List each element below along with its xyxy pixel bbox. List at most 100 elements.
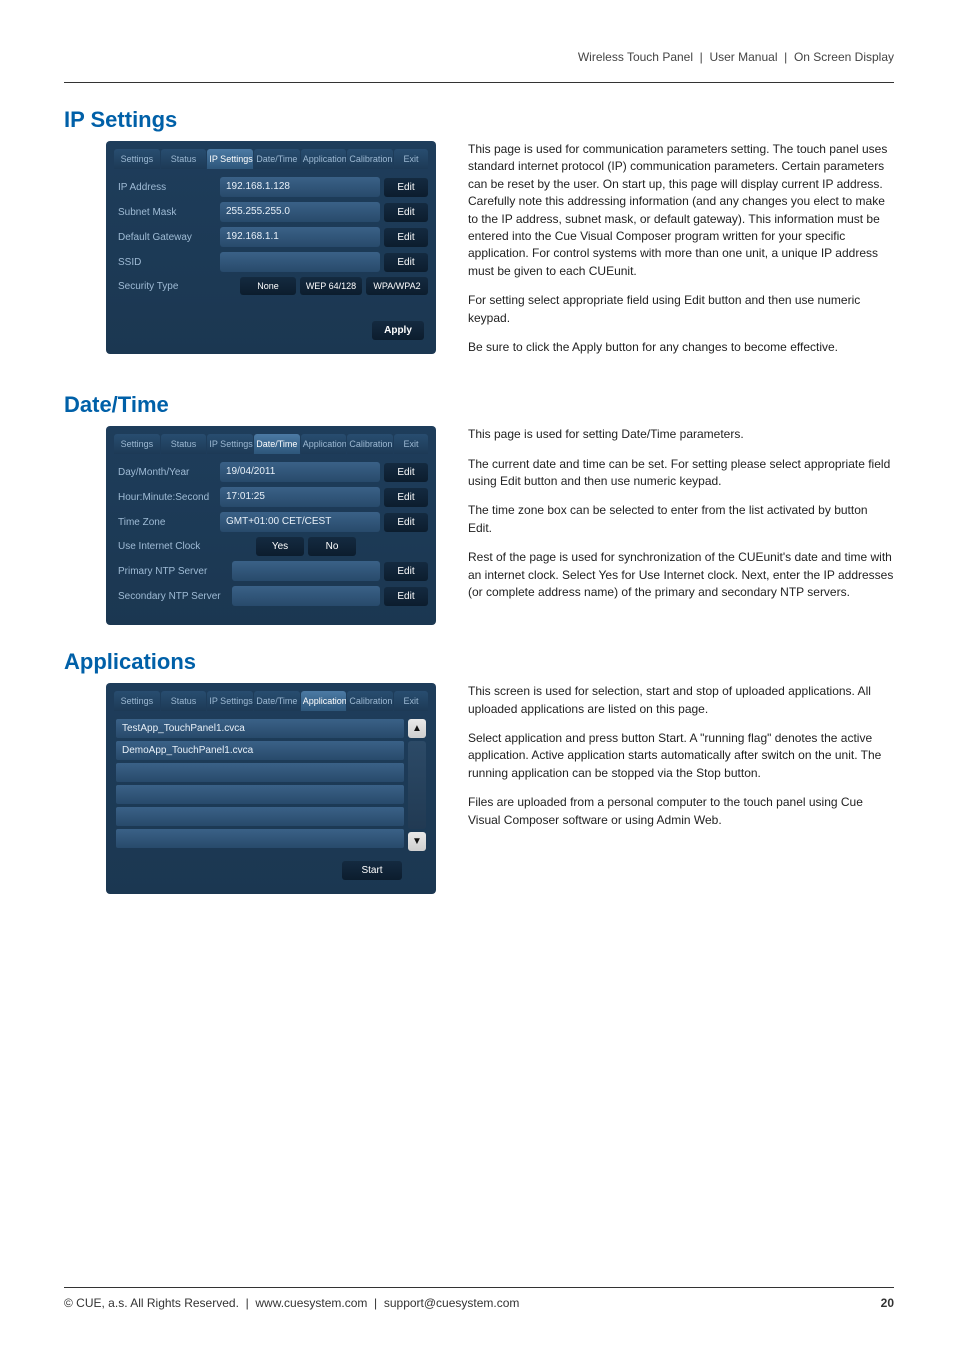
tab-exit[interactable]: Exit xyxy=(394,149,428,169)
app-text-p3: Files are uploaded from a personal compu… xyxy=(468,794,894,829)
scrollbar: ▲ ▼ xyxy=(408,719,426,851)
tab-status[interactable]: Status xyxy=(161,149,207,169)
apply-button[interactable]: Apply xyxy=(372,321,424,340)
scroll-up-button[interactable]: ▲ xyxy=(408,719,426,738)
uic-no-button[interactable]: No xyxy=(308,537,356,556)
scroll-down-button[interactable]: ▼ xyxy=(408,832,426,851)
page-header: Wireless Touch Panel | User Manual | On … xyxy=(64,50,894,64)
pntp-label: Primary NTP Server xyxy=(114,566,228,577)
default-gateway-edit-button[interactable]: Edit xyxy=(384,228,428,247)
uic-label: Use Internet Clock xyxy=(114,541,228,552)
app-text-p2: Select application and press button Star… xyxy=(468,730,894,782)
tab-datetime[interactable]: Date/Time xyxy=(254,149,300,169)
tab-datetime[interactable]: Date/Time xyxy=(254,434,300,454)
subnet-mask-edit-button[interactable]: Edit xyxy=(384,203,428,222)
security-type-label: Security Type xyxy=(114,281,216,292)
tz-edit-button[interactable]: Edit xyxy=(384,513,428,532)
tab-calibration[interactable]: Calibration xyxy=(347,434,393,454)
ssid-label: SSID xyxy=(114,257,216,268)
security-none-button[interactable]: None xyxy=(240,277,296,295)
dt-text-p4: Rest of the page is used for synchroniza… xyxy=(468,549,894,601)
security-wpa-button[interactable]: WPA/WPA2 xyxy=(366,277,428,295)
tab-ip-settings[interactable]: IP Settings xyxy=(207,691,253,711)
subnet-mask-value: 255.255.255.0 xyxy=(220,202,380,222)
footer-copyright: © CUE, a.s. All Rights Reserved. xyxy=(64,1296,239,1310)
dt-text-p1: This page is used for setting Date/Time … xyxy=(468,426,894,443)
sntp-value xyxy=(232,586,380,606)
pntp-value xyxy=(232,561,380,581)
panel-tabs-app: Settings Status IP Settings Date/Time Ap… xyxy=(114,691,428,711)
page-footer: © CUE, a.s. All Rights Reserved. | www.c… xyxy=(64,1287,894,1310)
app-text-p1: This screen is used for selection, start… xyxy=(468,683,894,718)
header-underline xyxy=(64,82,894,83)
tz-label: Time Zone xyxy=(114,517,216,528)
tab-status[interactable]: Status xyxy=(161,434,207,454)
applications-text: This screen is used for selection, start… xyxy=(468,683,894,841)
panel-tabs-dt: Settings Status IP Settings Date/Time Ap… xyxy=(114,434,428,454)
ip-text-p2: For setting select appropriate field usi… xyxy=(468,292,894,327)
dmy-label: Day/Month/Year xyxy=(114,467,216,478)
tab-status[interactable]: Status xyxy=(161,691,207,711)
scroll-track[interactable] xyxy=(408,741,426,829)
dt-text-p2: The current date and time can be set. Fo… xyxy=(468,456,894,491)
panel-tabs: Settings Status IP Settings Date/Time Ap… xyxy=(114,149,428,169)
header-section: On Screen Display xyxy=(794,50,894,64)
tab-exit[interactable]: Exit xyxy=(394,691,428,711)
hms-label: Hour:Minute:Second xyxy=(114,492,216,503)
list-item[interactable]: DemoApp_TouchPanel1.cvca xyxy=(116,741,404,760)
tab-settings[interactable]: Settings xyxy=(114,149,160,169)
list-item[interactable]: TestApp_TouchPanel1.cvca xyxy=(116,719,404,738)
application-list: TestApp_TouchPanel1.cvca DemoApp_TouchPa… xyxy=(116,719,404,851)
ip-text-p3: Be sure to click the Apply button for an… xyxy=(468,339,894,356)
tab-exit[interactable]: Exit xyxy=(394,434,428,454)
default-gateway-value: 192.168.1.1 xyxy=(220,227,380,247)
list-item[interactable] xyxy=(116,763,404,782)
hms-edit-button[interactable]: Edit xyxy=(384,488,428,507)
footer-email: support@cuesystem.com xyxy=(384,1296,520,1310)
dmy-edit-button[interactable]: Edit xyxy=(384,463,428,482)
sntp-edit-button[interactable]: Edit xyxy=(384,587,428,606)
tab-settings[interactable]: Settings xyxy=(114,691,160,711)
ip-settings-panel: Settings Status IP Settings Date/Time Ap… xyxy=(106,141,436,354)
applications-title: Applications xyxy=(64,649,894,675)
header-product: Wireless Touch Panel xyxy=(578,50,693,64)
list-item[interactable] xyxy=(116,785,404,804)
tab-calibration[interactable]: Calibration xyxy=(347,149,393,169)
datetime-title: Date/Time xyxy=(64,392,894,418)
ip-address-edit-button[interactable]: Edit xyxy=(384,178,428,197)
ip-settings-title: IP Settings xyxy=(64,107,894,133)
datetime-panel: Settings Status IP Settings Date/Time Ap… xyxy=(106,426,436,625)
dt-text-p3: The time zone box can be selected to ent… xyxy=(468,502,894,537)
tab-applications[interactable]: Applications xyxy=(301,434,347,454)
ip-text-p1: This page is used for communication para… xyxy=(468,141,894,280)
dmy-value: 19/04/2011 xyxy=(220,462,380,482)
list-item[interactable] xyxy=(116,829,404,848)
tab-ip-settings[interactable]: IP Settings xyxy=(207,149,253,169)
subnet-mask-label: Subnet Mask xyxy=(114,207,216,218)
page-number: 20 xyxy=(881,1296,894,1310)
security-wep-button[interactable]: WEP 64/128 xyxy=(300,277,362,295)
pntp-edit-button[interactable]: Edit xyxy=(384,562,428,581)
tab-applications[interactable]: Applications xyxy=(301,691,347,711)
tab-datetime[interactable]: Date/Time xyxy=(254,691,300,711)
header-doc: User Manual xyxy=(709,50,777,64)
tz-value: GMT+01:00 CET/CEST xyxy=(220,512,380,532)
ssid-value xyxy=(220,252,380,272)
tab-applications[interactable]: Applications xyxy=(301,149,347,169)
footer-site: www.cuesystem.com xyxy=(255,1296,367,1310)
start-button[interactable]: Start xyxy=(342,861,402,880)
ip-address-label: IP Address xyxy=(114,182,216,193)
tab-calibration[interactable]: Calibration xyxy=(347,691,393,711)
ip-address-value: 192.168.1.128 xyxy=(220,177,380,197)
applications-panel: Settings Status IP Settings Date/Time Ap… xyxy=(106,683,436,894)
hms-value: 17:01:25 xyxy=(220,487,380,507)
tab-ip-settings[interactable]: IP Settings xyxy=(207,434,253,454)
list-item[interactable] xyxy=(116,807,404,826)
default-gateway-label: Default Gateway xyxy=(114,232,216,243)
ip-settings-text: This page is used for communication para… xyxy=(468,141,894,368)
ssid-edit-button[interactable]: Edit xyxy=(384,253,428,272)
sntp-label: Secondary NTP Server xyxy=(114,591,228,602)
datetime-text: This page is used for setting Date/Time … xyxy=(468,426,894,613)
uic-yes-button[interactable]: Yes xyxy=(256,537,304,556)
tab-settings[interactable]: Settings xyxy=(114,434,160,454)
